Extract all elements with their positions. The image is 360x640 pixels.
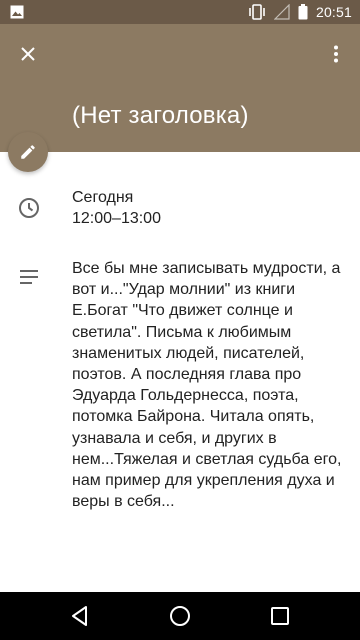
event-date-label: Сегодня: [72, 189, 134, 206]
recents-icon[interactable]: [268, 604, 292, 628]
pencil-icon: [21, 145, 35, 159]
edit-button[interactable]: [8, 132, 48, 172]
event-header: (Нет заголовка): [0, 24, 360, 152]
battery-icon: [298, 4, 308, 20]
status-time: 20:51: [315, 4, 352, 20]
close-icon: [21, 47, 35, 61]
close-button[interactable]: [14, 40, 42, 68]
back-icon[interactable]: [68, 604, 92, 628]
more-vert-icon: [334, 45, 338, 63]
signal-icon: [273, 4, 290, 20]
home-icon[interactable]: [168, 604, 192, 628]
status-bar: 20:51: [0, 0, 360, 24]
event-title: (Нет заголовка): [72, 102, 249, 129]
clock-icon: [19, 198, 39, 218]
more-options-button[interactable]: [322, 40, 350, 68]
event-time: Сегодня 12:00–13:00: [72, 187, 161, 229]
event-time-range: 12:00–13:00: [72, 210, 161, 227]
description-icon: [20, 270, 38, 284]
image-icon: [10, 5, 24, 19]
event-description: Все бы мне записывать мудрости, а вот и.…: [72, 260, 342, 511]
vibrate-icon: [249, 4, 265, 20]
navigation-bar: [0, 592, 360, 640]
